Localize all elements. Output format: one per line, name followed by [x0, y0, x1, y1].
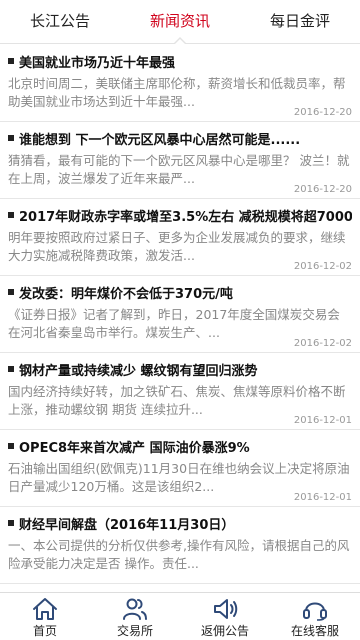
- news-item-summary: 一、本公司提供的分析仅供参考,操作有风险，请根据自己的风险承受能力决定是否 操作…: [8, 538, 350, 571]
- bullet-icon: [8, 289, 14, 295]
- megaphone-icon: [214, 599, 238, 619]
- nav-home[interactable]: 首页: [0, 593, 90, 640]
- tab-changjiang-notice[interactable]: 长江公告: [0, 0, 120, 43]
- news-item-summary: 《证券日报》记者了解到，昨日，2017年度全国煤炭交易会在河北省秦皇岛市举行。煤…: [8, 307, 340, 340]
- bullet-icon: [8, 212, 14, 218]
- news-item[interactable]: 美国就业市场乃近十年最强 北京时间周二，美联储主席耶伦称，薪资增长和低裁员率，帮…: [0, 45, 360, 122]
- news-item-date: 2016-12-01: [293, 415, 352, 426]
- news-item-title[interactable]: 财经早间解盘（2016年11月30日）: [19, 514, 234, 533]
- tab-news[interactable]: 新闻资讯: [120, 0, 240, 43]
- news-item-title[interactable]: 发改委：明年煤价不会低于370元/吨: [19, 283, 233, 302]
- news-item-title[interactable]: 美国就业市场乃近十年最强: [19, 52, 175, 71]
- news-feed[interactable]: 美国就业市场乃近十年最强 北京时间周二，美联储主席耶伦称，薪资增长和低裁员率，帮…: [0, 45, 360, 585]
- news-item-date: 2016-12-02: [293, 338, 352, 349]
- news-item-date: 2016-12-20: [293, 107, 352, 118]
- bullet-icon: [8, 135, 14, 141]
- home-icon: [33, 598, 57, 620]
- nav-home-label: 首页: [32, 624, 57, 638]
- news-item[interactable]: 发改委：明年煤价不会低于370元/吨 《证券日报》记者了解到，昨日，2017年度…: [0, 276, 360, 353]
- top-tab-bar: 长江公告 新闻资讯 每日金评: [0, 0, 360, 44]
- nav-online-service[interactable]: 在线客服: [270, 593, 360, 640]
- news-item[interactable]: 财经早间解盘（2016年11月30日） 一、本公司提供的分析仅供参考,操作有风险…: [0, 507, 360, 584]
- bullet-icon: [8, 443, 14, 449]
- nav-exchange-label: 交易所: [116, 624, 153, 638]
- news-item[interactable]: 钢材产量或持续减少 螺纹钢有望回归涨势 国内经济持续好转，加之铁矿石、焦炭、焦煤…: [0, 353, 360, 430]
- news-item-summary: 明年要按照政府过紧日子、更多为企业发展减负的要求，继续大力实施减税降费政策，激发…: [8, 230, 346, 263]
- nav-exchange[interactable]: 交易所: [90, 593, 180, 640]
- news-item-date: 2016-12-20: [293, 184, 352, 195]
- bottom-nav: 首页 交易所 返佣公告 在线客服: [0, 592, 360, 640]
- news-item-title[interactable]: 钢材产量或持续减少 螺纹钢有望回归涨势: [19, 360, 258, 379]
- news-item-summary: 国内经济持续好转，加之铁矿石、焦炭、焦煤等原料价格不断上涨，推动螺纹钢 期货 连…: [8, 384, 346, 417]
- bullet-icon: [8, 366, 14, 372]
- bullet-icon: [8, 58, 14, 64]
- news-item-summary: 石油输出国组织(欧佩克)11月30日在维也纳会议上决定将原油日产量减少120万桶…: [8, 461, 350, 494]
- users-icon: [123, 598, 147, 620]
- news-item-summary: 猜猜看，最有可能的下一个欧元区风暴中心是哪里？ 波兰！就在上周，波兰爆发了近年来…: [8, 153, 350, 186]
- headset-icon: [303, 602, 327, 621]
- news-item-title[interactable]: OPEC8年来首次减产 国际油价暴涨9%: [19, 437, 250, 456]
- nav-rebate-notice[interactable]: 返佣公告: [180, 593, 270, 640]
- news-item-title[interactable]: 2017年财政赤字率或增至3.5%左右 减税规模将超7000亿: [19, 206, 352, 225]
- bullet-icon: [8, 520, 14, 526]
- nav-rebate-notice-label: 返佣公告: [200, 624, 249, 638]
- news-item-date: 2016-12-02: [293, 261, 352, 272]
- nav-online-service-label: 在线客服: [290, 624, 339, 638]
- news-item-title[interactable]: 谁能想到 下一个欧元区风暴中心居然可能是......: [19, 129, 300, 148]
- news-item[interactable]: OPEC8年来首次减产 国际油价暴涨9% 石油输出国组织(欧佩克)11月30日在…: [0, 430, 360, 507]
- news-item[interactable]: 2017年财政赤字率或增至3.5%左右 减税规模将超7000亿 明年要按照政府过…: [0, 199, 360, 276]
- news-item-date: 2016-12-01: [293, 492, 352, 503]
- tab-daily-review[interactable]: 每日金评: [240, 0, 360, 43]
- news-item-summary: 北京时间周二，美联储主席耶伦称，薪资增长和低裁员率，帮助美国就业市场达到近十年最…: [8, 76, 346, 109]
- news-item[interactable]: 谁能想到 下一个欧元区风暴中心居然可能是...... 猜猜看，最有可能的下一个欧…: [0, 122, 360, 199]
